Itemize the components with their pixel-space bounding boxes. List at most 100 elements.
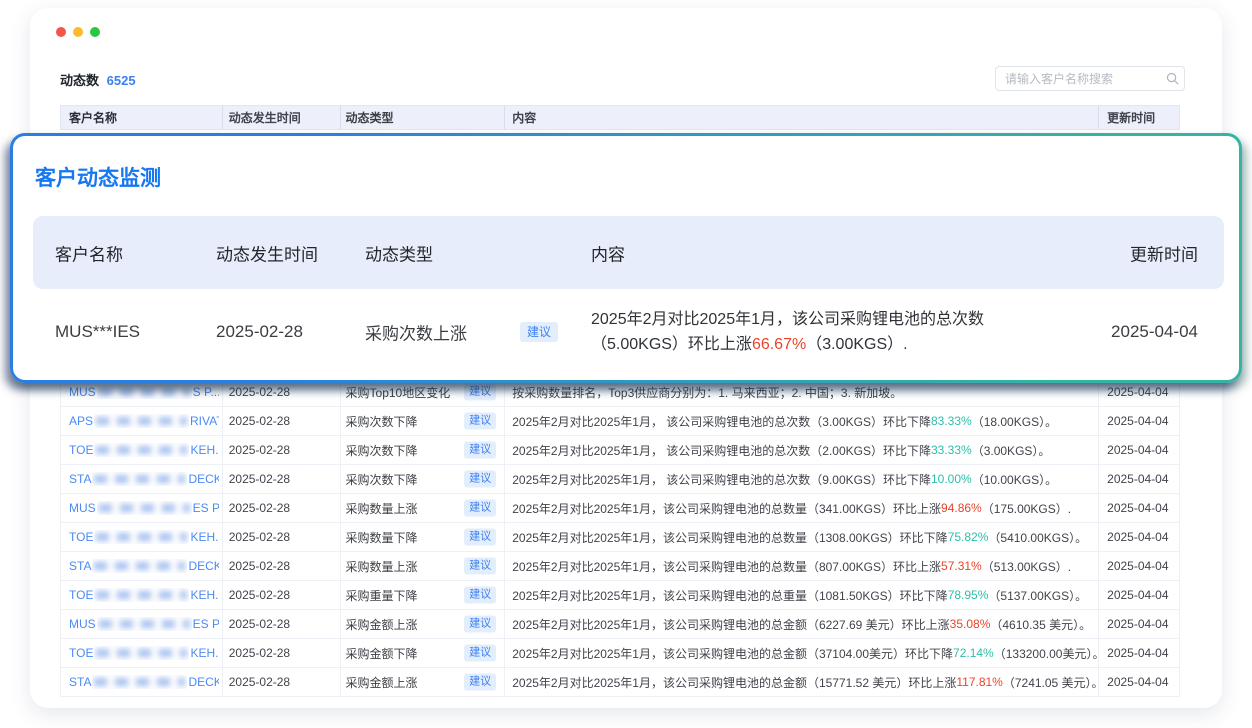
event-type: 采购次数下降 xyxy=(346,471,418,488)
overlay-customer-name: MUS***IES xyxy=(55,322,140,342)
event-type: 采购数量上涨 xyxy=(346,558,418,575)
overlay-content-after: （3.00KGS）. xyxy=(806,336,907,353)
customer-name-prefix: TOE xyxy=(69,588,93,602)
screen: 动态数 6525 客户名称 动态发生时间 动态类型 内容 更新时间 MUS xyxy=(0,0,1252,728)
customer-name-link[interactable]: TOE KEH... xyxy=(69,443,219,457)
content-after: （5137.00KGS）。 xyxy=(988,587,1087,604)
content-after: （4610.35 美元）。 xyxy=(990,616,1091,633)
update-date: 2025-04-04 xyxy=(1099,668,1179,696)
content-percent: 72.14% xyxy=(953,646,994,660)
content-before: 2025年2月对比2025年1月，该公司采购锂电池的总金额（37104.00美元… xyxy=(512,645,953,662)
close-window-icon[interactable] xyxy=(56,27,66,37)
customer-name-link[interactable]: STA DECK... xyxy=(69,559,219,573)
customer-name-suffix: KEH... xyxy=(190,530,219,544)
window-controls xyxy=(56,27,100,37)
overlay-column-update-time: 更新时间 xyxy=(1130,240,1198,265)
customer-name-blur xyxy=(92,559,187,573)
customer-name-suffix: KEH... xyxy=(190,443,219,457)
content-after: （10.00KGS）。 xyxy=(972,471,1057,488)
content-after: （7241.05 美元）。 xyxy=(1003,674,1099,691)
customer-name-link[interactable]: MUS S P... xyxy=(69,385,219,399)
column-header-event-time: 动态发生时间 xyxy=(223,106,341,129)
content-before: 按采购数量排名，Top3供应商分别为：1. 马来西亚；2. 中国；3. 新加坡。 xyxy=(512,384,902,401)
maximize-window-icon[interactable] xyxy=(90,27,100,37)
content-percent: 78.95% xyxy=(948,588,989,602)
dynamic-count-value: 6525 xyxy=(107,73,136,88)
suggest-badge: 建议 xyxy=(464,471,496,488)
suggest-badge: 建议 xyxy=(464,529,496,546)
overlay-column-event-type: 动态类型 xyxy=(365,240,433,265)
overlay-data-row: MUS***IES 2025-02-28 采购次数上涨 建议 2025年2月对比… xyxy=(33,289,1224,374)
content-after: （175.00KGS）. xyxy=(982,500,1071,517)
customer-name-blur xyxy=(94,588,189,602)
customer-name-prefix: MUS xyxy=(69,617,96,631)
customer-name-suffix: KEH... xyxy=(190,588,219,602)
customer-name-link[interactable]: STA DECK... xyxy=(69,472,219,486)
content-cell: 2025年2月对比2025年1月，该公司采购锂电池的总金额（15771.52 美… xyxy=(505,668,1099,696)
customer-name-prefix: TOE xyxy=(69,530,93,544)
event-date: 2025-02-28 xyxy=(223,668,341,696)
customer-name-prefix: TOE xyxy=(69,443,93,457)
event-date: 2025-02-28 xyxy=(223,581,341,609)
customer-name-link[interactable]: TOE KEH... xyxy=(69,646,219,660)
update-date: 2025-04-04 xyxy=(1099,552,1179,580)
table-row: TOE KEH... 2025-02-28 采购次数下降 建议 2025年2月对… xyxy=(61,436,1179,465)
event-type: 采购次数下降 xyxy=(346,413,418,430)
customer-name-suffix: KEH... xyxy=(190,646,219,660)
suggest-badge: 建议 xyxy=(464,616,496,633)
search-input[interactable] xyxy=(996,67,1166,90)
customer-name-link[interactable]: TOE KEH... xyxy=(69,530,219,544)
customer-name-link[interactable]: MUS ES P... xyxy=(69,501,219,515)
customer-name-link[interactable]: MUS ES P... xyxy=(69,617,219,631)
overlay-content: 2025年2月对比2025年1月，该公司采购锂电池的总次数（5.00KGS）环比… xyxy=(591,307,999,357)
suggest-badge: 建议 xyxy=(464,558,496,575)
content-before: 2025年2月对比2025年1月，该公司采购锂电池的总数量（341.00KGS）… xyxy=(512,500,941,517)
content-before: 2025年2月对比2025年1月， 该公司采购锂电池的总次数（9.00KGS）环… xyxy=(512,471,931,488)
content-before: 2025年2月对比2025年1月， 该公司采购锂电池的总次数（3.00KGS）环… xyxy=(512,413,931,430)
content-percent: 35.08% xyxy=(950,617,991,631)
overlay-header-row: 客户名称 动态发生时间 动态类型 内容 更新时间 xyxy=(33,216,1224,289)
content-before: 2025年2月对比2025年1月，该公司采购锂电池的总数量（807.00KGS）… xyxy=(512,558,941,575)
customer-search xyxy=(995,66,1185,91)
update-date: 2025-04-04 xyxy=(1099,494,1179,522)
customer-name-suffix: ES P... xyxy=(193,617,219,631)
table-row: APS RIVAT... 2025-02-28 采购次数下降 建议 2025年2… xyxy=(61,407,1179,436)
suggest-badge: 建议 xyxy=(464,645,496,662)
event-date: 2025-02-28 xyxy=(223,436,341,464)
overlay-column-event-time: 动态发生时间 xyxy=(216,240,318,265)
customer-name-blur xyxy=(94,414,189,428)
content-cell: 2025年2月对比2025年1月，该公司采购锂电池的总重量（1081.50KGS… xyxy=(505,581,1099,609)
event-type: 采购数量上涨 xyxy=(346,500,418,517)
content-before: 2025年2月对比2025年1月，该公司采购锂电池的总数量（1308.00KGS… xyxy=(512,529,947,546)
customer-name-prefix: MUS xyxy=(69,385,96,399)
content-percent: 83.33% xyxy=(931,414,972,428)
content-cell: 2025年2月对比2025年1月， 该公司采购锂电池的总次数（9.00KGS）环… xyxy=(505,465,1099,493)
customer-name-prefix: TOE xyxy=(69,646,93,660)
minimize-window-icon[interactable] xyxy=(73,27,83,37)
table-row: MUS ES P... 2025-02-28 采购数量上涨 建议 2025年2月… xyxy=(61,494,1179,523)
dynamic-count: 动态数 6525 xyxy=(60,70,136,89)
customer-name-blur xyxy=(92,472,187,486)
table-body: MUS S P... 2025-02-28 采购Top10地区变化 建议 按采购… xyxy=(60,378,1180,697)
event-type: 采购金额下降 xyxy=(346,645,418,662)
update-date: 2025-04-04 xyxy=(1099,523,1179,551)
customer-name-link[interactable]: TOE KEH... xyxy=(69,588,219,602)
event-date: 2025-02-28 xyxy=(223,465,341,493)
update-date: 2025-04-04 xyxy=(1099,581,1179,609)
overlay-column-content: 内容 xyxy=(591,240,625,265)
update-date: 2025-04-04 xyxy=(1099,610,1179,638)
customer-name-blur xyxy=(97,385,192,399)
event-type: 采购重量下降 xyxy=(346,587,418,604)
customer-name-prefix: STA xyxy=(69,559,91,573)
suggest-badge: 建议 xyxy=(464,413,496,430)
search-icon[interactable] xyxy=(1166,72,1179,85)
customer-name-suffix: RIVAT... xyxy=(190,414,219,428)
table-row: TOE KEH... 2025-02-28 采购重量下降 建议 2025年2月对… xyxy=(61,581,1179,610)
table-row: STA DECK... 2025-02-28 采购数量上涨 建议 2025年2月… xyxy=(61,552,1179,581)
customer-name-suffix: S P... xyxy=(193,385,219,399)
customer-name-link[interactable]: STA DECK... xyxy=(69,675,219,689)
column-header-content: 内容 xyxy=(505,106,1099,129)
customer-name-link[interactable]: APS RIVAT... xyxy=(69,414,219,428)
table-row: TOE KEH... 2025-02-28 采购金额下降 建议 2025年2月对… xyxy=(61,639,1179,668)
overlay-card: 客户动态监测 客户名称 动态发生时间 动态类型 内容 更新时间 MUS***IE… xyxy=(10,133,1242,383)
